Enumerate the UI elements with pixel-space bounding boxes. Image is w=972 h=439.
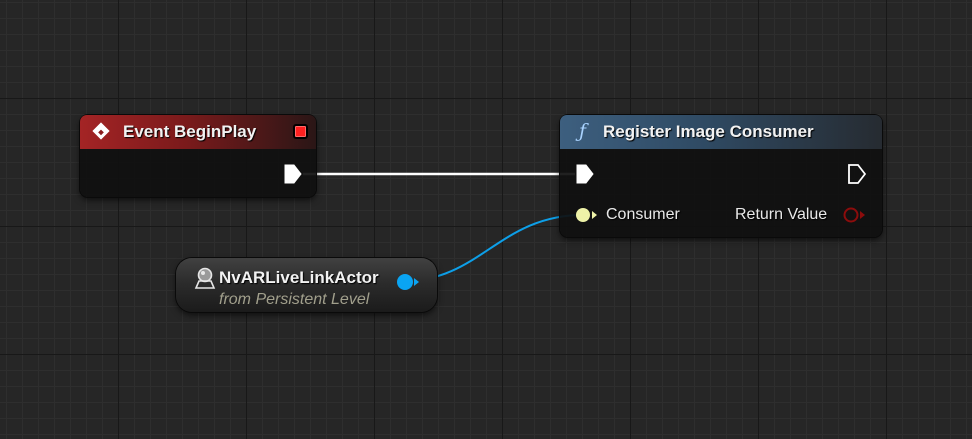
exec-out-pin[interactable] bbox=[284, 164, 302, 184]
exec-then-pin[interactable] bbox=[848, 164, 866, 184]
function-node-title: Register Image Consumer bbox=[603, 122, 814, 141]
function-node-header[interactable]: ƒ Register Image Consumer bbox=[560, 115, 882, 149]
exec-in-pin[interactable] bbox=[576, 164, 594, 184]
event-diamond-icon bbox=[92, 122, 110, 140]
return-value-pin-label: Return Value bbox=[735, 206, 828, 223]
actor-reference-node[interactable]: NvARLiveLinkActor from Persistent Level bbox=[176, 258, 437, 312]
actor-reference-title: NvARLiveLinkActor bbox=[219, 268, 379, 287]
event-node-header[interactable]: Event BeginPlay bbox=[80, 115, 316, 149]
register-image-consumer-node[interactable]: ƒ Register Image Consumer Consumer Retur… bbox=[560, 115, 882, 237]
output-delegate-pin[interactable] bbox=[293, 124, 308, 139]
function-f-icon: ƒ bbox=[579, 120, 587, 142]
event-beginplay-node[interactable]: Event BeginPlay bbox=[80, 115, 316, 197]
return-value-output-pin[interactable] bbox=[842, 207, 868, 228]
actor-reference-subtitle: from Persistent Level bbox=[219, 291, 370, 308]
consumer-input-pin[interactable] bbox=[575, 207, 601, 228]
actor-object-output-pin[interactable] bbox=[396, 273, 422, 296]
actor-reference-icon bbox=[193, 267, 217, 294]
consumer-pin-label: Consumer bbox=[606, 206, 680, 223]
event-node-title: Event BeginPlay bbox=[123, 122, 257, 141]
